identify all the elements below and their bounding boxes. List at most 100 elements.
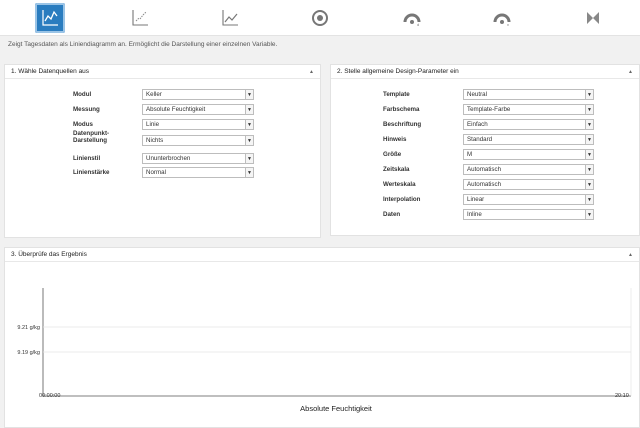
- chart-type-toolbar: d v: [0, 0, 640, 36]
- line-chart-button[interactable]: [35, 3, 65, 33]
- dropdown-value: Ununterbrochen: [146, 155, 191, 162]
- chevron-down-icon[interactable]: ▼: [585, 150, 593, 159]
- line-chart-icon: [42, 10, 58, 26]
- dropdown-select[interactable]: Linear ▼: [463, 194, 594, 205]
- bowtie-icon: [587, 12, 599, 24]
- chevron-down-icon[interactable]: ▼: [585, 90, 593, 99]
- panel-title: 1. Wähle Datenquellen aus: [11, 68, 90, 75]
- dropdown-select[interactable]: Automatisch ▼: [463, 164, 594, 175]
- description-text: Zeigt Tagesdaten als Liniendiagramm an. …: [8, 41, 278, 48]
- chevron-down-icon[interactable]: ▼: [585, 195, 593, 204]
- form-row: Werteskala Automatisch ▼: [331, 179, 639, 190]
- dropdown-select[interactable]: Ununterbrochen ▼: [142, 153, 254, 164]
- dropdown-value: Template-Farbe: [467, 106, 511, 113]
- dropdown-select[interactable]: Keller ▼: [142, 89, 254, 100]
- chevron-down-icon[interactable]: ▼: [245, 136, 253, 145]
- dropdown-select[interactable]: Einfach ▼: [463, 119, 594, 130]
- form-row: Farbschema Template-Farbe ▼: [331, 104, 639, 115]
- field-label: Größe: [383, 151, 402, 158]
- form-row: Messung Absolute Feuchtigkeit ▼: [5, 104, 320, 115]
- chevron-down-icon[interactable]: ▼: [585, 180, 593, 189]
- field-label: Farbschema: [383, 106, 420, 113]
- form-row: Template Neutral ▼: [331, 89, 639, 100]
- dial-d-icon: d: [403, 13, 421, 27]
- chevron-down-icon[interactable]: ▼: [245, 105, 253, 114]
- chevron-down-icon[interactable]: ▼: [245, 154, 253, 163]
- dropdown-select[interactable]: Inline ▼: [463, 209, 594, 220]
- field-label: Template: [383, 91, 410, 98]
- design-panel: 2. Stelle allgemeine Design-Parameter ei…: [330, 64, 640, 236]
- design-panel-header[interactable]: 2. Stelle allgemeine Design-Parameter ei…: [331, 65, 639, 79]
- dropdown-select[interactable]: Linie ▼: [142, 119, 254, 130]
- area-chart-button[interactable]: [215, 3, 245, 33]
- y-tick-label: 9.21 g/kg: [17, 325, 40, 331]
- dial-d-button[interactable]: d: [397, 3, 427, 33]
- datasource-panel-header[interactable]: 1. Wähle Datenquellen aus ▲: [5, 65, 320, 79]
- scatter-chart-icon: [132, 10, 148, 26]
- dropdown-value: M: [467, 151, 473, 158]
- dropdown-value: Nichts: [146, 137, 164, 144]
- chevron-down-icon[interactable]: ▼: [585, 105, 593, 114]
- bowtie-button[interactable]: [578, 3, 608, 33]
- dropdown-select[interactable]: Nichts ▼: [142, 135, 254, 146]
- x-axis-label: Absolute Feuchtigkeit: [300, 404, 373, 413]
- dropdown-select[interactable]: Neutral ▼: [463, 89, 594, 100]
- svg-text:v: v: [507, 22, 509, 27]
- form-row: Zeitskala Automatisch ▼: [331, 164, 639, 175]
- form-row: Hinweis Standard ▼: [331, 134, 639, 145]
- dropdown-value: Linie: [146, 121, 160, 128]
- dropdown-value: Normal: [146, 169, 166, 176]
- form-row: Linienstil Ununterbrochen ▼: [5, 153, 320, 164]
- gauge-button[interactable]: [305, 3, 335, 33]
- field-label: Interpolation: [383, 196, 421, 203]
- collapse-icon[interactable]: ▲: [309, 69, 314, 75]
- dropdown-value: Automatisch: [467, 166, 502, 173]
- dial-v-button[interactable]: v: [487, 3, 517, 33]
- chevron-down-icon[interactable]: ▼: [585, 165, 593, 174]
- form-row: Größe M ▼: [331, 149, 639, 160]
- dropdown-select[interactable]: M ▼: [463, 149, 594, 160]
- dropdown-value: Inline: [467, 211, 482, 218]
- area-chart-icon: [222, 10, 238, 26]
- field-label: Modul: [73, 91, 92, 98]
- y-tick-label: 9.19 g/kg: [17, 350, 40, 356]
- chevron-down-icon[interactable]: ▼: [585, 120, 593, 129]
- dropdown-value: Automatisch: [467, 181, 502, 188]
- dropdown-select[interactable]: Automatisch ▼: [463, 179, 594, 190]
- panel-title: 2. Stelle allgemeine Design-Parameter ei…: [337, 68, 459, 75]
- field-label: Daten: [383, 211, 401, 218]
- x-tick-label: 00:00:00: [39, 393, 60, 399]
- chevron-down-icon[interactable]: ▼: [585, 135, 593, 144]
- chevron-down-icon[interactable]: ▼: [245, 90, 253, 99]
- collapse-icon[interactable]: ▲: [628, 69, 633, 75]
- dropdown-value: Keller: [146, 91, 162, 98]
- chevron-down-icon[interactable]: ▼: [245, 168, 253, 177]
- dropdown-value: Standard: [467, 136, 493, 143]
- datasource-panel: 1. Wähle Datenquellen aus ▲ Modul Keller ▼…: [4, 64, 321, 238]
- preview-panel: 3. Überprüfe das Ergebnis ▲ 9.21 g/kg 9.…: [4, 247, 640, 428]
- form-row: Datenpunkt- Darstellung Nichts ▼: [5, 130, 320, 146]
- svg-text:d: d: [417, 22, 419, 27]
- dropdown-select[interactable]: Absolute Feuchtigkeit ▼: [142, 104, 254, 115]
- dropdown-value: Absolute Feuchtigkeit: [146, 106, 206, 113]
- line-chart: 9.21 g/kg 9.19 g/kg 00:00:00 20:10 Absol…: [17, 288, 632, 413]
- field-label: Modus: [73, 121, 93, 128]
- form-row: Modus Linie ▼: [5, 119, 320, 130]
- scatter-chart-button[interactable]: [125, 3, 155, 33]
- field-label: Hinweis: [383, 136, 407, 143]
- field-label: Datenpunkt- Darstellung: [73, 130, 110, 144]
- field-label: Linienstärke: [73, 169, 110, 176]
- dropdown-select[interactable]: Normal ▼: [142, 167, 254, 178]
- dial-v-icon: v: [493, 13, 511, 27]
- form-row: Modul Keller ▼: [5, 89, 320, 100]
- dropdown-select[interactable]: Standard ▼: [463, 134, 594, 145]
- form-row: Interpolation Linear ▼: [331, 194, 639, 205]
- chevron-down-icon[interactable]: ▼: [585, 210, 593, 219]
- x-tick-label: 20:10: [615, 393, 629, 399]
- dropdown-select[interactable]: Template-Farbe ▼: [463, 104, 594, 115]
- chevron-down-icon[interactable]: ▼: [245, 120, 253, 129]
- field-label: Beschriftung: [383, 121, 422, 128]
- field-label: Linienstil: [73, 155, 101, 162]
- gauge-icon: [312, 10, 328, 26]
- field-label: Werteskala: [383, 181, 416, 188]
